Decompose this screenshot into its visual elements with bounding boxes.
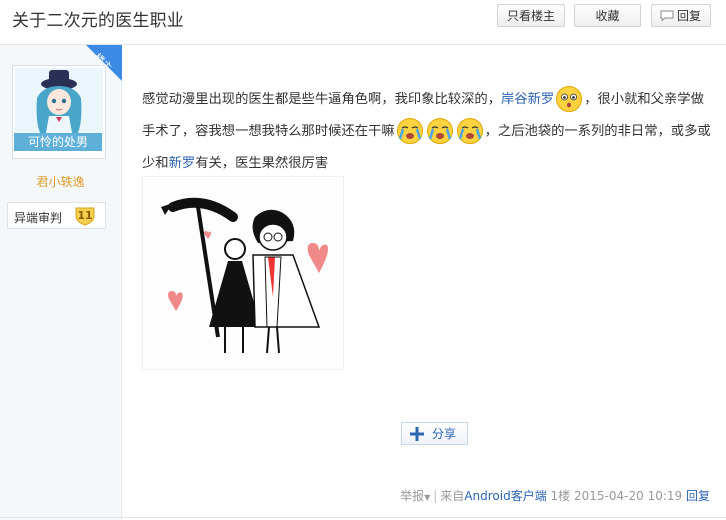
reply-button-label: 回复: [676, 9, 701, 23]
level-badge-box[interactable]: 异端审判 11: [7, 202, 106, 229]
op-ribbon: 楼主: [86, 45, 122, 81]
speech-bubble-icon: [660, 10, 674, 21]
post-image[interactable]: [142, 176, 344, 370]
floor-reply-link[interactable]: 回复: [686, 489, 710, 503]
post-link-kishitani[interactable]: 岸谷新罗: [501, 92, 554, 107]
divider: |: [433, 489, 438, 503]
anime-couple-illustration: [161, 197, 328, 354]
username[interactable]: 君小轶逸: [0, 173, 121, 190]
post-text: 感觉动漫里出现的医生都是些牛逼角色啊，我印象比较深的，: [142, 92, 502, 107]
crying-face-icon: [456, 118, 483, 144]
level-number: 11: [77, 209, 93, 222]
only-op-button[interactable]: 只看楼主: [497, 4, 565, 27]
post-text: 有关，医生果然很厉害: [195, 156, 329, 171]
thread-title: 关于二次元的医生职业: [12, 11, 184, 31]
share-label: 分享: [432, 427, 457, 441]
plus-icon: [410, 427, 424, 441]
floor-number: 1楼: [550, 489, 571, 503]
caret-down-icon: ▼: [424, 493, 431, 502]
share-button[interactable]: 分享: [401, 422, 468, 445]
post-link-shinra[interactable]: 新罗: [169, 156, 196, 171]
post-timestamp: 2015-04-20 10:19: [574, 489, 683, 503]
thread-header: 关于二次元的医生职业 只看楼主 收藏 回复: [0, 0, 726, 45]
crying-face-icon: [426, 118, 453, 144]
post-meta: 举报▼ | 来自Android客户端 1楼 2015-04-20 10:19 回复: [400, 487, 710, 504]
level-name: 异端审判: [14, 211, 63, 225]
reply-button[interactable]: 回复: [651, 4, 711, 27]
post-content: 感觉动漫里出现的医生都是些牛逼角色啊，我印象比较深的，岸谷新罗 ，很小就和父亲学…: [142, 84, 712, 180]
avatar-caption: 可怜的处男: [14, 133, 102, 151]
source-prefix: 来自: [440, 489, 465, 503]
favorite-button[interactable]: 收藏: [574, 4, 641, 27]
crying-face-icon: [396, 118, 423, 144]
divider: [0, 517, 726, 518]
report-link[interactable]: 举报: [400, 489, 424, 503]
client-link[interactable]: Android客户端: [464, 489, 546, 503]
surprised-face-icon: [556, 86, 583, 112]
